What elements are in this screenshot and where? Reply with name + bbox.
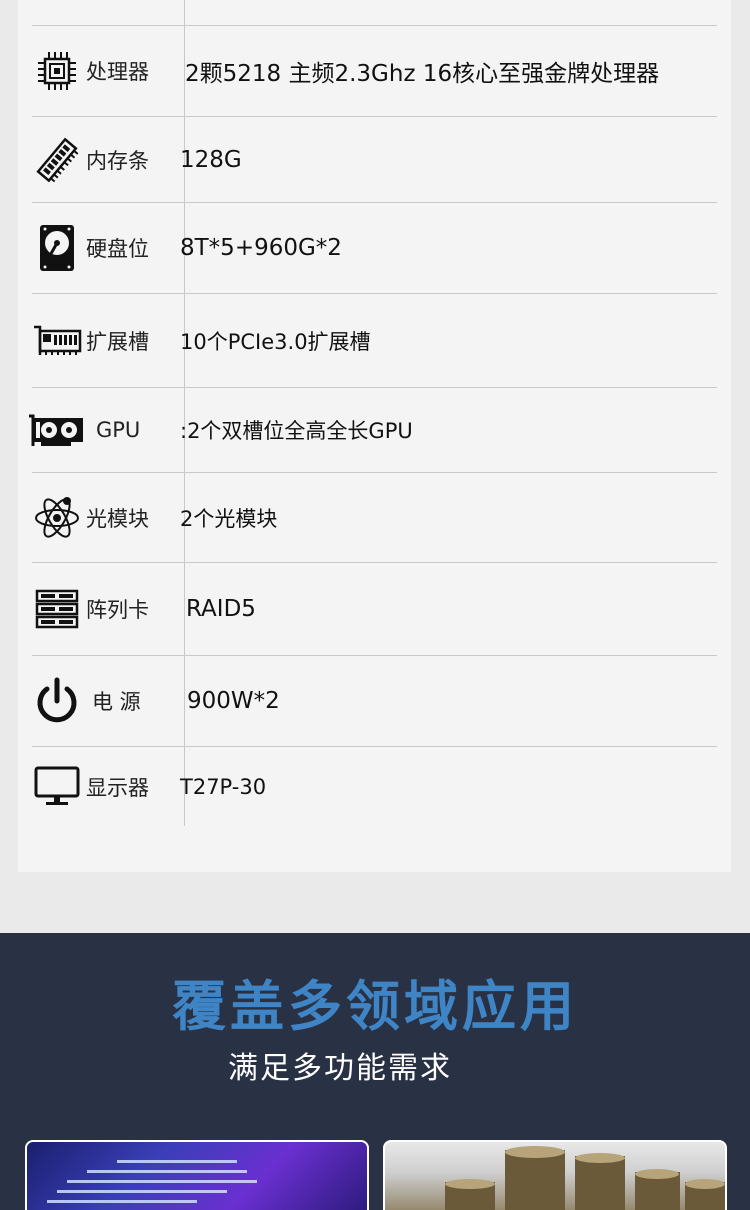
- memory-stick-icon: [32, 135, 82, 185]
- spec-value: 2个光模块: [180, 506, 278, 531]
- spec-row-raid: 阵列卡 RAID5: [32, 563, 717, 656]
- graphics-card-icon: [26, 405, 86, 455]
- applications-title: 覆盖多领域应用: [172, 975, 578, 1038]
- power-icon: [32, 676, 82, 726]
- spec-row-expansion: 扩展槽 10个PCIe3.0扩展槽: [32, 294, 717, 388]
- spec-row-disk: 硬盘位 8T*5+960G*2: [32, 203, 717, 294]
- application-tile-code[interactable]: [25, 1140, 369, 1210]
- code-screen-image: [47, 1160, 257, 1203]
- spec-row-display: 显示器 T27P-30: [32, 747, 717, 827]
- spec-value: RAID5: [186, 596, 256, 622]
- spec-label: 电 源: [92, 690, 141, 714]
- spec-row-cpu: 处理器 2颗5218 主频2.3Ghz 16核心至强金牌处理器: [32, 26, 717, 117]
- expansion-card-icon: [32, 316, 82, 366]
- spec-value: 10个PCIe3.0扩展槽: [180, 329, 371, 354]
- spec-label: 硬盘位: [86, 237, 149, 261]
- spec-row-power: 电 源 900W*2: [32, 656, 717, 747]
- spec-label: 内存条: [86, 148, 149, 173]
- spec-label: 扩展槽: [86, 329, 149, 354]
- hard-disk-icon: [32, 223, 82, 273]
- spec-row-optical: 光模块 2个光模块: [32, 473, 717, 563]
- coin-stacks-image: [445, 1146, 725, 1210]
- spec-value: 128G: [180, 146, 242, 173]
- spec-label: 显示器: [86, 776, 149, 800]
- spec-value: 2颗5218 主频2.3Ghz 16核心至强金牌处理器: [185, 61, 660, 87]
- atom-icon: [32, 493, 82, 543]
- spec-row-top: [32, 0, 717, 26]
- spec-value: :2个双槽位全高全长GPU: [180, 419, 413, 443]
- spec-label: 阵列卡: [86, 598, 149, 622]
- spec-label: 光模块: [86, 506, 149, 531]
- cpu-chip-icon: [32, 46, 82, 96]
- spec-value: T27P-30: [180, 775, 267, 799]
- applications-subtitle: 满足多功能需求: [228, 1051, 452, 1086]
- monitor-icon: [32, 762, 82, 812]
- spec-label: 处理器: [86, 60, 149, 84]
- spec-row-memory: 内存条 128G: [32, 117, 717, 203]
- spec-value: 900W*2: [187, 688, 280, 714]
- spec-label: GPU: [96, 418, 141, 442]
- spec-value: 8T*5+960G*2: [180, 235, 342, 261]
- server-rack-icon: [32, 584, 82, 634]
- spec-row-gpu: GPU :2个双槽位全高全长GPU: [29, 388, 717, 473]
- application-tile-finance[interactable]: [383, 1140, 727, 1210]
